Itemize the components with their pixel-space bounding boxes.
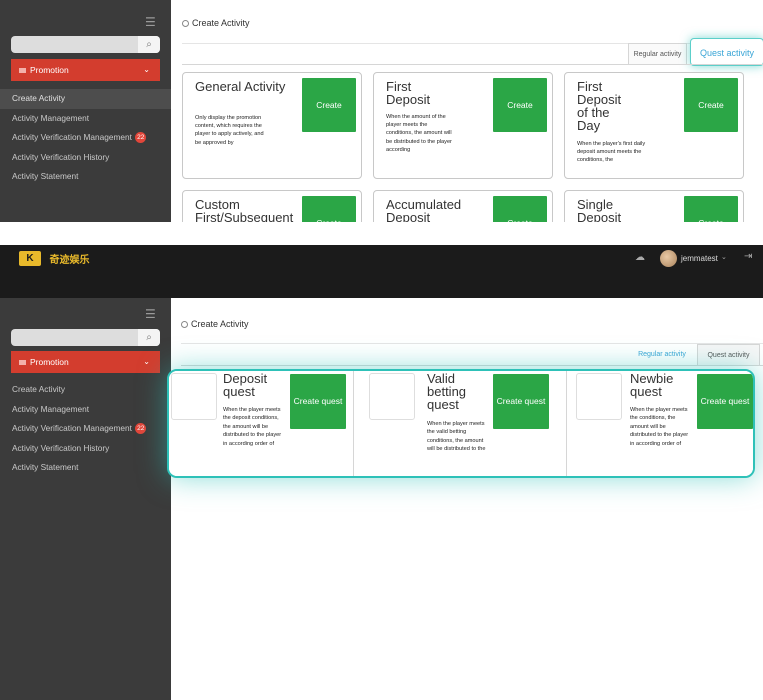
- create-button[interactable]: Create: [493, 78, 547, 132]
- chevron-down-icon: ⌄: [143, 357, 150, 366]
- card-title: Valid betting quest: [427, 371, 467, 412]
- sidebar-item-label: Activity Verification Management: [12, 132, 132, 142]
- sidebar-item-activity-verification-history[interactable]: Activity Verification History: [0, 439, 171, 459]
- screenshot-root: ☰ ⌕ Promotion ⌄ Create Activity Activity…: [0, 0, 763, 700]
- card-title: General Activity: [195, 79, 286, 94]
- brand-logo[interactable]: K 奇迹娱乐: [19, 250, 90, 267]
- search-icon[interactable]: ⌕: [138, 36, 160, 53]
- sidebar-section-promotion[interactable]: Promotion ⌄: [11, 59, 160, 81]
- brand-name: 奇迹娱乐: [49, 255, 90, 267]
- card-title: Accumulated Deposit: [386, 197, 462, 222]
- flag-icon: [19, 360, 26, 366]
- create-quest-button[interactable]: Create quest: [290, 374, 346, 429]
- quest-thumbnail: [576, 373, 622, 420]
- sidebar-item-create-activity[interactable]: Create Activity: [0, 89, 171, 109]
- top-header: K 奇迹娱乐 ☁ jemmatest ⌄ ⇥: [0, 245, 763, 298]
- create-quest-button[interactable]: Create quest: [493, 374, 549, 429]
- quest-thumbnail: [171, 373, 217, 420]
- card-title: Custom First/Subsequent: [195, 197, 294, 222]
- card-description: When the amount of the player meets the …: [386, 114, 452, 153]
- quest-cards-highlight: Deposit quest When the player meets the …: [167, 369, 755, 478]
- cloud-icon[interactable]: ☁: [635, 252, 645, 263]
- activity-card-custom: Custom First/Subsequent Create: [182, 190, 362, 222]
- activity-card-single: Single Deposit Create: [564, 190, 744, 222]
- activity-card-accumulated: Accumulated Deposit Create: [373, 190, 553, 222]
- create-button[interactable]: Create: [302, 196, 356, 222]
- chevron-down-icon: ⌄: [143, 65, 150, 74]
- card-description: Only display the promotion content, whic…: [195, 115, 264, 146]
- tab-line: [181, 365, 763, 366]
- sidebar-bottom: ☰ ⌕ Promotion ⌄ Create Activity Activity…: [0, 298, 171, 700]
- sidebar-section-promotion[interactable]: Promotion ⌄: [11, 351, 160, 373]
- sidebar-menu: Create Activity Activity Management Acti…: [0, 380, 171, 478]
- sidebar-item-label: Activity Verification Management: [12, 423, 132, 433]
- quest-thumbnail: [369, 373, 415, 420]
- sidebar-item-activity-statement[interactable]: Activity Statement: [0, 167, 171, 187]
- card-title: First Deposit: [386, 79, 431, 107]
- breadcrumb-icon: [181, 321, 188, 328]
- sidebar-item-activity-verification-management[interactable]: Activity Verification Management 22: [0, 419, 171, 439]
- notification-badge: 22: [135, 423, 147, 435]
- breadcrumb: Create Activity: [181, 319, 249, 329]
- create-button[interactable]: Create: [302, 78, 356, 132]
- promotion-label: Promotion: [30, 65, 69, 75]
- create-button[interactable]: Create: [684, 78, 738, 132]
- activity-card-first-deposit-day: First Deposit of the Day When the player…: [564, 72, 744, 179]
- content-bottom: Create Activity Regular activity Quest a…: [167, 298, 763, 700]
- sidebar-item-activity-verification-history[interactable]: Activity Verification History: [0, 148, 171, 168]
- page-title: Create Activity: [192, 18, 250, 28]
- card-title: Deposit quest: [223, 371, 268, 399]
- sidebar-search[interactable]: ⌕: [11, 329, 160, 346]
- chevron-down-icon[interactable]: ⌄: [721, 253, 727, 261]
- breadcrumb: Create Activity: [182, 18, 250, 28]
- breadcrumb-icon: [182, 20, 189, 27]
- activity-card-first-deposit: First Deposit When the amount of the pla…: [373, 72, 553, 179]
- sidebar-search[interactable]: ⌕: [11, 36, 160, 53]
- card-title: Newbie quest: [630, 371, 674, 399]
- create-quest-button[interactable]: Create quest: [697, 374, 753, 429]
- notification-badge: 22: [135, 132, 147, 144]
- sidebar-top: ☰ ⌕ Promotion ⌄ Create Activity Activity…: [0, 0, 171, 222]
- card-description: When the player meets the valid betting …: [427, 421, 486, 453]
- create-button[interactable]: Create: [684, 196, 738, 222]
- search-icon[interactable]: ⌕: [138, 329, 160, 346]
- logout-icon[interactable]: ⇥: [744, 251, 752, 262]
- sidebar-item-activity-statement[interactable]: Activity Statement: [0, 458, 171, 478]
- tab-quest-activity[interactable]: Quest activity: [697, 344, 760, 365]
- card-description: When the player meets the deposit condit…: [223, 407, 282, 447]
- tab-regular-activity[interactable]: Regular activity: [632, 344, 692, 365]
- quest-card-newbie: Newbie quest When the player meets the c…: [574, 371, 753, 476]
- sidebar-item-create-activity[interactable]: Create Activity: [0, 380, 171, 400]
- card-title: Single Deposit: [577, 197, 622, 222]
- top-panel: ☰ ⌕ Promotion ⌄ Create Activity Activity…: [0, 0, 763, 222]
- quest-card-deposit: Deposit quest When the player meets the …: [169, 371, 354, 476]
- sidebar-item-activity-management[interactable]: Activity Management: [0, 400, 171, 420]
- quest-card-valid-betting: Valid betting quest When the player meet…: [367, 371, 567, 476]
- card-description: When the player meets the conditions, th…: [630, 407, 689, 447]
- sidebar-item-activity-verification-management[interactable]: Activity Verification Management 22: [0, 128, 171, 148]
- tab-line: [182, 64, 763, 65]
- promotion-label: Promotion: [30, 357, 69, 367]
- create-button[interactable]: Create: [493, 196, 547, 222]
- menu-collapse-icon[interactable]: ☰: [145, 308, 159, 320]
- page-title: Create Activity: [191, 319, 249, 329]
- username[interactable]: jemmatest: [681, 254, 718, 263]
- flag-icon: [19, 68, 26, 74]
- content-top: Create Activity Regular activity Quest a…: [171, 0, 763, 222]
- sidebar-item-activity-management[interactable]: Activity Management: [0, 109, 171, 129]
- card-description: When the player's first daily deposit am…: [577, 141, 646, 164]
- sidebar-menu: Create Activity Activity Management Acti…: [0, 89, 171, 187]
- tab-quest-activity[interactable]: Quest activity: [690, 38, 763, 66]
- bottom-panel: K 奇迹娱乐 ☁ jemmatest ⌄ ⇥ ☰ ⌕ Promotion ⌄ C…: [0, 245, 763, 700]
- avatar[interactable]: [660, 250, 677, 267]
- tab-regular-activity[interactable]: Regular activity: [628, 43, 687, 64]
- card-title: First Deposit of the Day: [577, 79, 622, 133]
- activity-card-general: General Activity Only display the promot…: [182, 72, 362, 179]
- menu-collapse-icon[interactable]: ☰: [145, 16, 159, 28]
- logo-mark: K: [19, 251, 41, 267]
